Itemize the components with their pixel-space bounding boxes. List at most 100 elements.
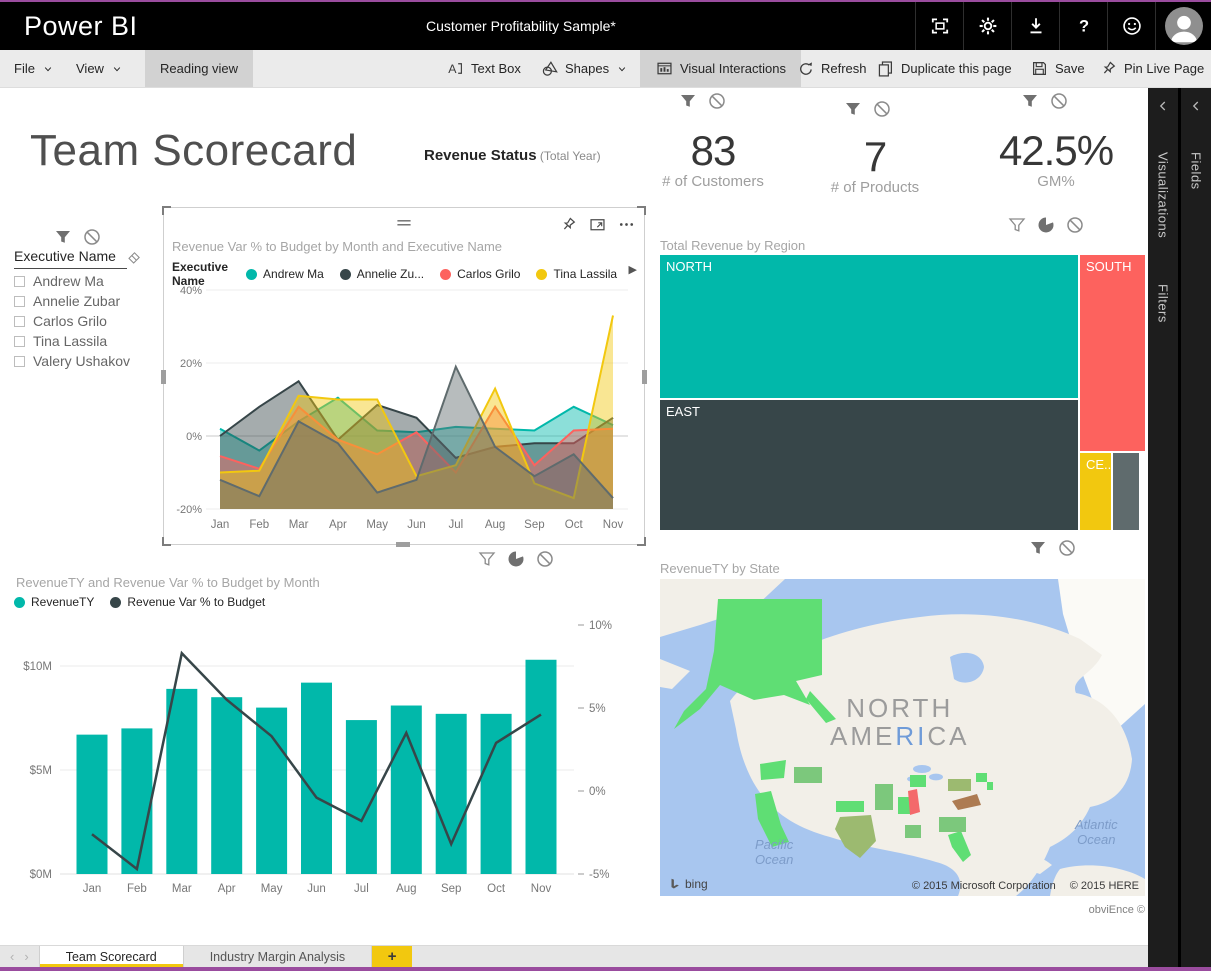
svg-text:May: May: [366, 519, 388, 531]
legend-dot: [536, 269, 547, 280]
treemap-tile-ce[interactable]: CE...: [1080, 453, 1111, 530]
focus-mode-icon[interactable]: [588, 215, 607, 234]
slicer-item[interactable]: Annelie Zubar: [14, 291, 130, 311]
settings-button[interactable]: [963, 2, 1011, 50]
visualizations-pane-label[interactable]: Visualizations: [1156, 152, 1171, 238]
pacific-ocean-label: Pacific Ocean: [755, 837, 793, 867]
kpi-customers-hover-icons: [678, 91, 727, 111]
legend-item[interactable]: Revenue Var % to Budget: [110, 595, 265, 609]
avatar: [1165, 7, 1203, 45]
drag-grip-icon[interactable]: [393, 212, 415, 234]
eraser-icon[interactable]: [126, 249, 143, 266]
checkbox[interactable]: [14, 276, 25, 287]
duplicate-page-button[interactable]: Duplicate this page: [876, 50, 1012, 87]
filter-icon[interactable]: [1020, 91, 1040, 111]
toolbar: File View Reading view Text Box Shapes V…: [0, 50, 1211, 88]
resize-handle-right[interactable]: [642, 370, 647, 384]
reading-view-button[interactable]: Reading view: [145, 50, 253, 87]
view-menu[interactable]: View: [76, 50, 124, 87]
shapes-menu[interactable]: Shapes: [540, 50, 629, 87]
filter-icon[interactable]: [1007, 215, 1027, 235]
legend-item[interactable]: Carlos Grilo: [440, 267, 520, 281]
pie-drill-icon[interactable]: [506, 549, 526, 569]
tab-industry-margin-analysis[interactable]: Industry Margin Analysis: [184, 946, 372, 967]
kpi-card-customers[interactable]: 83 # of Customers: [640, 130, 786, 190]
refresh-button[interactable]: Refresh: [797, 50, 867, 87]
filter-icon[interactable]: [1028, 538, 1048, 558]
checkbox[interactable]: [14, 316, 25, 327]
map-visual[interactable]: NORTH AMERICA Pacific Ocean Atlantic Oce…: [660, 579, 1145, 896]
exclude-icon[interactable]: [872, 99, 892, 119]
prev-page-arrow[interactable]: ‹: [10, 949, 14, 964]
slicer-item[interactable]: Valery Ushakov: [14, 351, 130, 371]
svg-text:-20%: -20%: [176, 504, 202, 516]
filter-icon[interactable]: [53, 227, 73, 247]
treemap-tile[interactable]: [1113, 453, 1139, 530]
legend-item[interactable]: RevenueTY: [14, 595, 94, 609]
pin-live-page-button[interactable]: Pin Live Page: [1099, 50, 1204, 87]
report-title: Customer Profitability Sample*: [426, 18, 616, 34]
bing-logo[interactable]: bing: [668, 877, 708, 891]
checkbox[interactable]: [14, 296, 25, 307]
filter-icon[interactable]: [678, 91, 698, 111]
exclude-icon[interactable]: [1057, 538, 1077, 558]
fullscreen-button[interactable]: [915, 2, 963, 50]
map-title: RevenueTY by State: [660, 561, 780, 576]
area-chart-plot[interactable]: 40%20%0%-20%JanFebMarAprMayJunJulAugSepO…: [168, 280, 640, 538]
kpi-card-products[interactable]: 7 # of Products: [802, 136, 948, 196]
kpi-label: # of Products: [802, 179, 948, 196]
filter-icon[interactable]: [477, 549, 497, 569]
pin-visual-icon[interactable]: [559, 215, 578, 234]
checkbox[interactable]: [14, 356, 25, 367]
pie-drill-icon[interactable]: [1036, 215, 1056, 235]
exec-variance-chart-visual[interactable]: Revenue Var % to Budget by Month and Exe…: [163, 207, 645, 545]
exclude-icon[interactable]: [535, 549, 555, 569]
legend-scroll-arrow[interactable]: ▶: [629, 263, 637, 276]
exclude-icon[interactable]: [82, 227, 102, 247]
visual-interactions-button[interactable]: Visual Interactions: [640, 50, 801, 87]
filters-pane-label[interactable]: Filters: [1156, 284, 1171, 323]
tab-team-scorecard[interactable]: Team Scorecard: [40, 946, 184, 967]
filter-icon[interactable]: [843, 99, 863, 119]
chevron-down-icon: [41, 62, 55, 76]
expand-pane-icon[interactable]: [1155, 98, 1171, 114]
slicer-item[interactable]: Carlos Grilo: [14, 311, 130, 331]
legend-item[interactable]: Annelie Zu...: [340, 267, 424, 281]
download-button[interactable]: [1011, 2, 1059, 50]
legend-items: Andrew Ma Annelie Zu... Carlos Grilo Tina L…: [246, 267, 633, 281]
treemap-tile-south[interactable]: SOUTH: [1080, 255, 1145, 451]
combo-chart-plot[interactable]: $10M$5M$0M10%5%0%-5%JanFebMarAprMayJunJu…: [12, 608, 624, 902]
more-options-icon[interactable]: [617, 215, 636, 234]
help-button[interactable]: [1059, 2, 1107, 50]
continent-label-line1: NORTH: [830, 694, 969, 722]
exclude-icon[interactable]: [1049, 91, 1069, 111]
legend-item[interactable]: Andrew Ma: [246, 267, 324, 281]
exclude-icon[interactable]: [1065, 215, 1085, 235]
add-page-button[interactable]: +: [372, 946, 412, 967]
treemap-visual[interactable]: NORTHEASTSOUTHCE...: [660, 255, 1145, 530]
resize-handle-bottom[interactable]: [396, 542, 410, 547]
feedback-button[interactable]: [1107, 2, 1155, 50]
text-box-button[interactable]: Text Box: [446, 50, 521, 87]
svg-text:Nov: Nov: [603, 519, 624, 531]
fields-pane-label[interactable]: Fields: [1189, 152, 1204, 190]
treemap-tile-north[interactable]: NORTH: [660, 255, 1078, 398]
account-button[interactable]: [1155, 2, 1211, 50]
treemap-tile-east[interactable]: EAST: [660, 400, 1078, 530]
file-menu[interactable]: File: [14, 50, 55, 87]
slicer-item[interactable]: Tina Lassila: [14, 331, 130, 351]
map-attribution: © 2015 Microsoft Corporation© 2015 HERE: [912, 880, 1139, 892]
resize-handle-left[interactable]: [161, 370, 166, 384]
save-button[interactable]: Save: [1030, 50, 1085, 87]
next-page-arrow[interactable]: ›: [24, 949, 28, 964]
svg-text:Jul: Jul: [354, 883, 369, 895]
exclude-icon[interactable]: [707, 91, 727, 111]
chart-title: Revenue Var % to Budget by Month and Exe…: [172, 239, 502, 254]
expand-pane-icon[interactable]: [1188, 98, 1204, 114]
slicer-item[interactable]: Andrew Ma: [14, 271, 130, 291]
legend-item[interactable]: Tina Lassila: [536, 267, 617, 281]
checkbox[interactable]: [14, 336, 25, 347]
kpi-card-gm[interactable]: 42.5% GM%: [983, 130, 1129, 190]
svg-text:Jun: Jun: [307, 883, 326, 895]
pin-live-page-label: Pin Live Page: [1124, 61, 1204, 76]
